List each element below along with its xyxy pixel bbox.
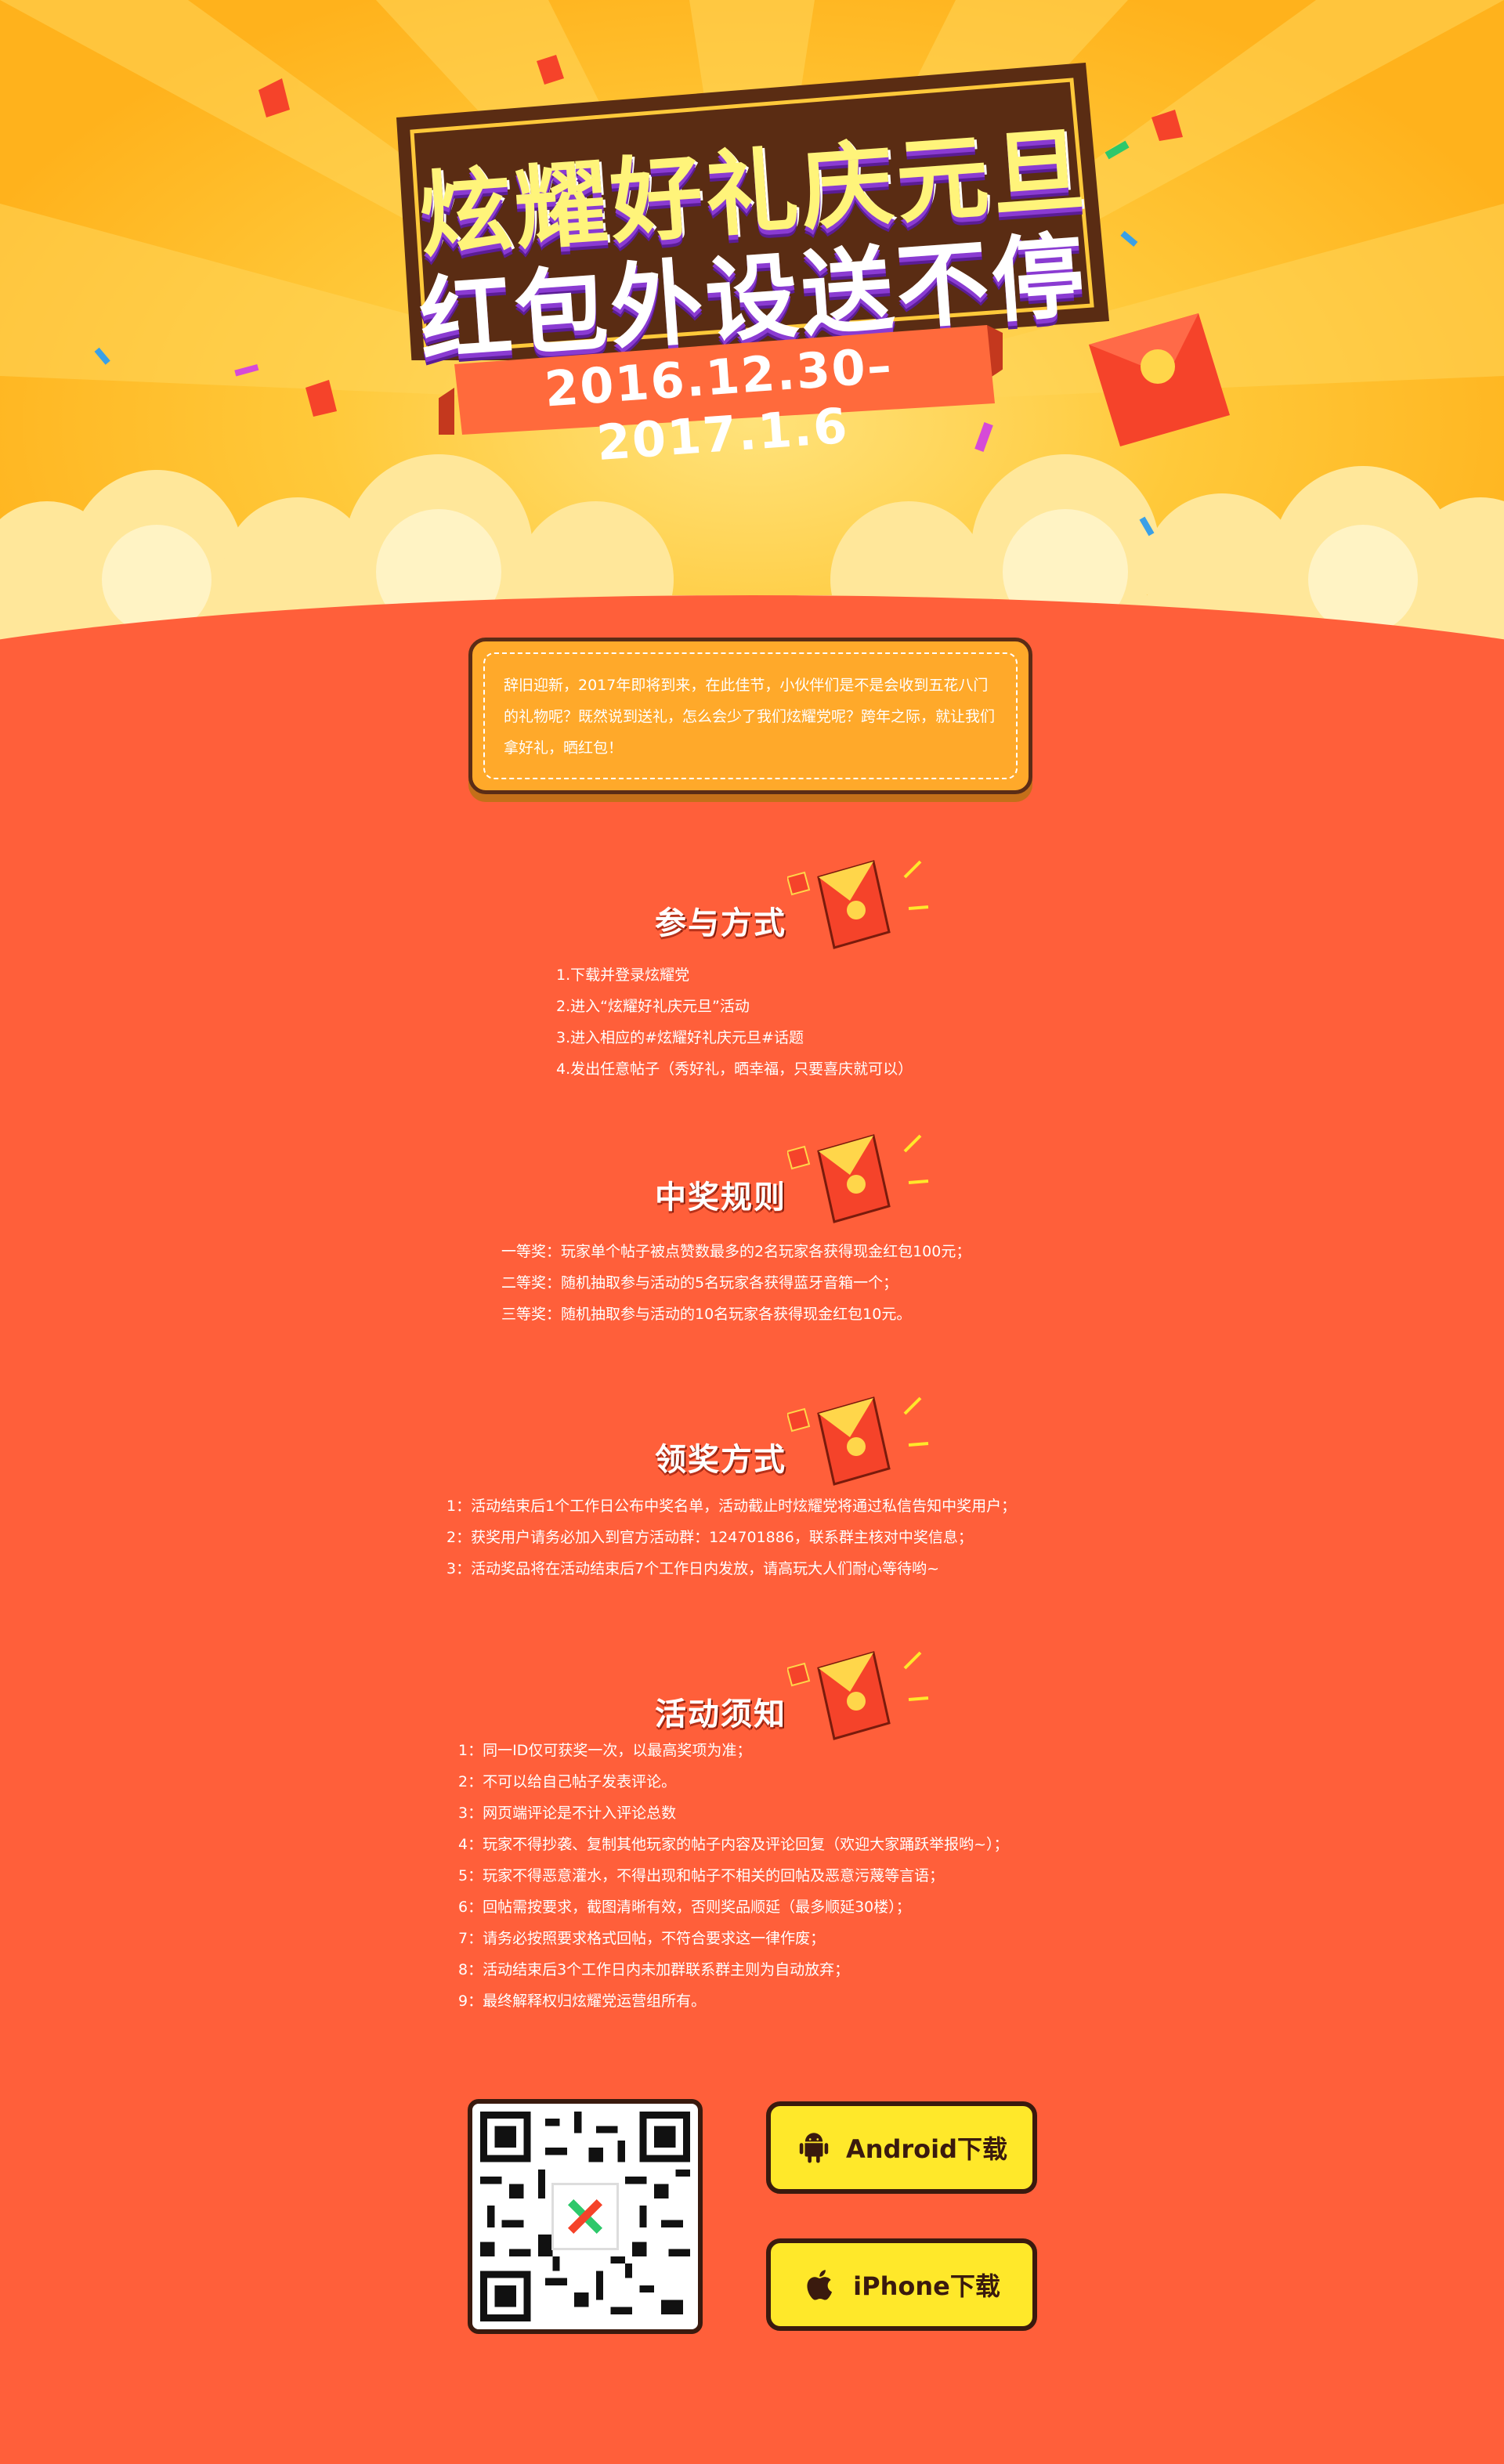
intro-box: 辞旧迎新，2017年即将到来，在此佳节，小伙伴们是不是会收到五花八门的礼物呢？既… [468, 638, 1032, 794]
section-title: 活动须知 [655, 1696, 786, 1732]
list-item: 1：同一ID仅可获奖一次，以最高奖项为准； [458, 1742, 752, 1759]
list-item: 3.进入相应的#炫耀好礼庆元旦#话题 [556, 1029, 804, 1046]
section-title: 参与方式 [655, 905, 786, 941]
claim-list: 1：活动结束后1个工作日公布中奖名单，活动截止时炫耀党将通过私信告知中奖用户； … [446, 1490, 1016, 1584]
list-item: 4：玩家不得抄袭、复制其他玩家的帖子内容及评论回复（欢迎大家踊跃举报哟~）； [458, 1836, 1009, 1853]
section-header-claim: 领奖方式 [634, 1382, 964, 1492]
red-envelope-icon [787, 860, 929, 949]
red-envelope-icon [787, 1396, 929, 1486]
list-item: 2.进入“炫耀好礼庆元旦”活动 [556, 998, 750, 1015]
android-download-label: Android下载 [845, 2134, 1008, 2164]
intro-text: 辞旧迎新，2017年即将到来，在此佳节，小伙伴们是不是会收到五花八门的礼物呢？既… [504, 677, 996, 757]
android-icon [799, 2133, 829, 2163]
list-item: 一等奖：玩家单个帖子被点赞数最多的2名玩家各获得现金红包100元； [501, 1243, 971, 1260]
list-item: 2：不可以给自己帖子发表评论。 [458, 1773, 677, 1790]
iphone-download-button[interactable]: iPhone下载 [766, 2238, 1037, 2331]
notice-list: 1：同一ID仅可获奖一次，以最高奖项为准； 2：不可以给自己帖子发表评论。 3：… [458, 1735, 1009, 2017]
iphone-download-label: iPhone下载 [853, 2271, 1000, 2301]
list-item: 三等奖：随机抽取参与活动的10名玩家各获得现金红包10元。 [501, 1306, 912, 1323]
section-title: 中奖规则 [655, 1180, 786, 1216]
list-item: 二等奖：随机抽取参与活动的5名玩家各获得蓝牙音箱一个； [501, 1274, 898, 1292]
list-item: 6：回帖需按要求，截图清晰有效，否则奖品顺延（最多顺延30楼）； [458, 1899, 911, 1916]
list-item: 5：玩家不得恶意灌水，不得出现和帖子不相关的回帖及恶意污蔑等言语； [458, 1867, 945, 1884]
rules-list: 一等奖：玩家单个帖子被点赞数最多的2名玩家各获得现金红包100元； 二等奖：随机… [501, 1236, 971, 1330]
list-item: 9：最终解释权归炫耀党运营组所有。 [458, 1993, 707, 2010]
section-header-rules: 中奖规则 [634, 1120, 964, 1230]
list-item: 1.下载并登录炫耀党 [556, 966, 690, 984]
confetti-decoration [94, 55, 1183, 537]
list-item: 7：请务必按照要求格式回帖，不符合要求这一律作废； [458, 1930, 826, 1947]
list-item: 2：获奖用户请务必加入到官方活动群：124701886，联系群主核对中奖信息； [446, 1529, 973, 1546]
qr-code-image [480, 2112, 690, 2321]
list-item: 4.发出任意帖子（秀好礼，晒幸福，只要喜庆就可以） [556, 1060, 913, 1078]
list-item: 3：活动奖品将在活动结束后7个工作日内发放，请高玩大人们耐心等待哟~ [446, 1560, 940, 1577]
section-title: 领奖方式 [655, 1442, 786, 1478]
hero-banner: 炫耀好礼庆元旦 红包外设送不停 2016.12.30–2017.1.6 [0, 0, 1504, 705]
list-item: 1：活动结束后1个工作日公布中奖名单，活动截止时炫耀党将通过私信告知中奖用户； [446, 1498, 1017, 1515]
list-item: 8：活动结束后3个工作日内未加群联系群主则为自动放弃； [458, 1961, 850, 1978]
section-header-notice: 活动须知 [634, 1637, 964, 1747]
qr-code [468, 2099, 703, 2334]
red-envelope-icon [787, 1134, 929, 1223]
list-item: 3：网页端评论是不计入评论总数 [458, 1805, 677, 1822]
red-envelope-icon [787, 1651, 929, 1740]
participate-list: 1.下载并登录炫耀党 2.进入“炫耀好礼庆元旦”活动 3.进入相应的#炫耀好礼庆… [556, 959, 913, 1085]
intro-inner-border: 辞旧迎新，2017年即将到来，在此佳节，小伙伴们是不是会收到五花八门的礼物呢？既… [483, 652, 1018, 779]
section-header-participate: 参与方式 [634, 846, 964, 956]
apple-icon [807, 2270, 833, 2300]
android-download-button[interactable]: Android下载 [766, 2101, 1037, 2194]
